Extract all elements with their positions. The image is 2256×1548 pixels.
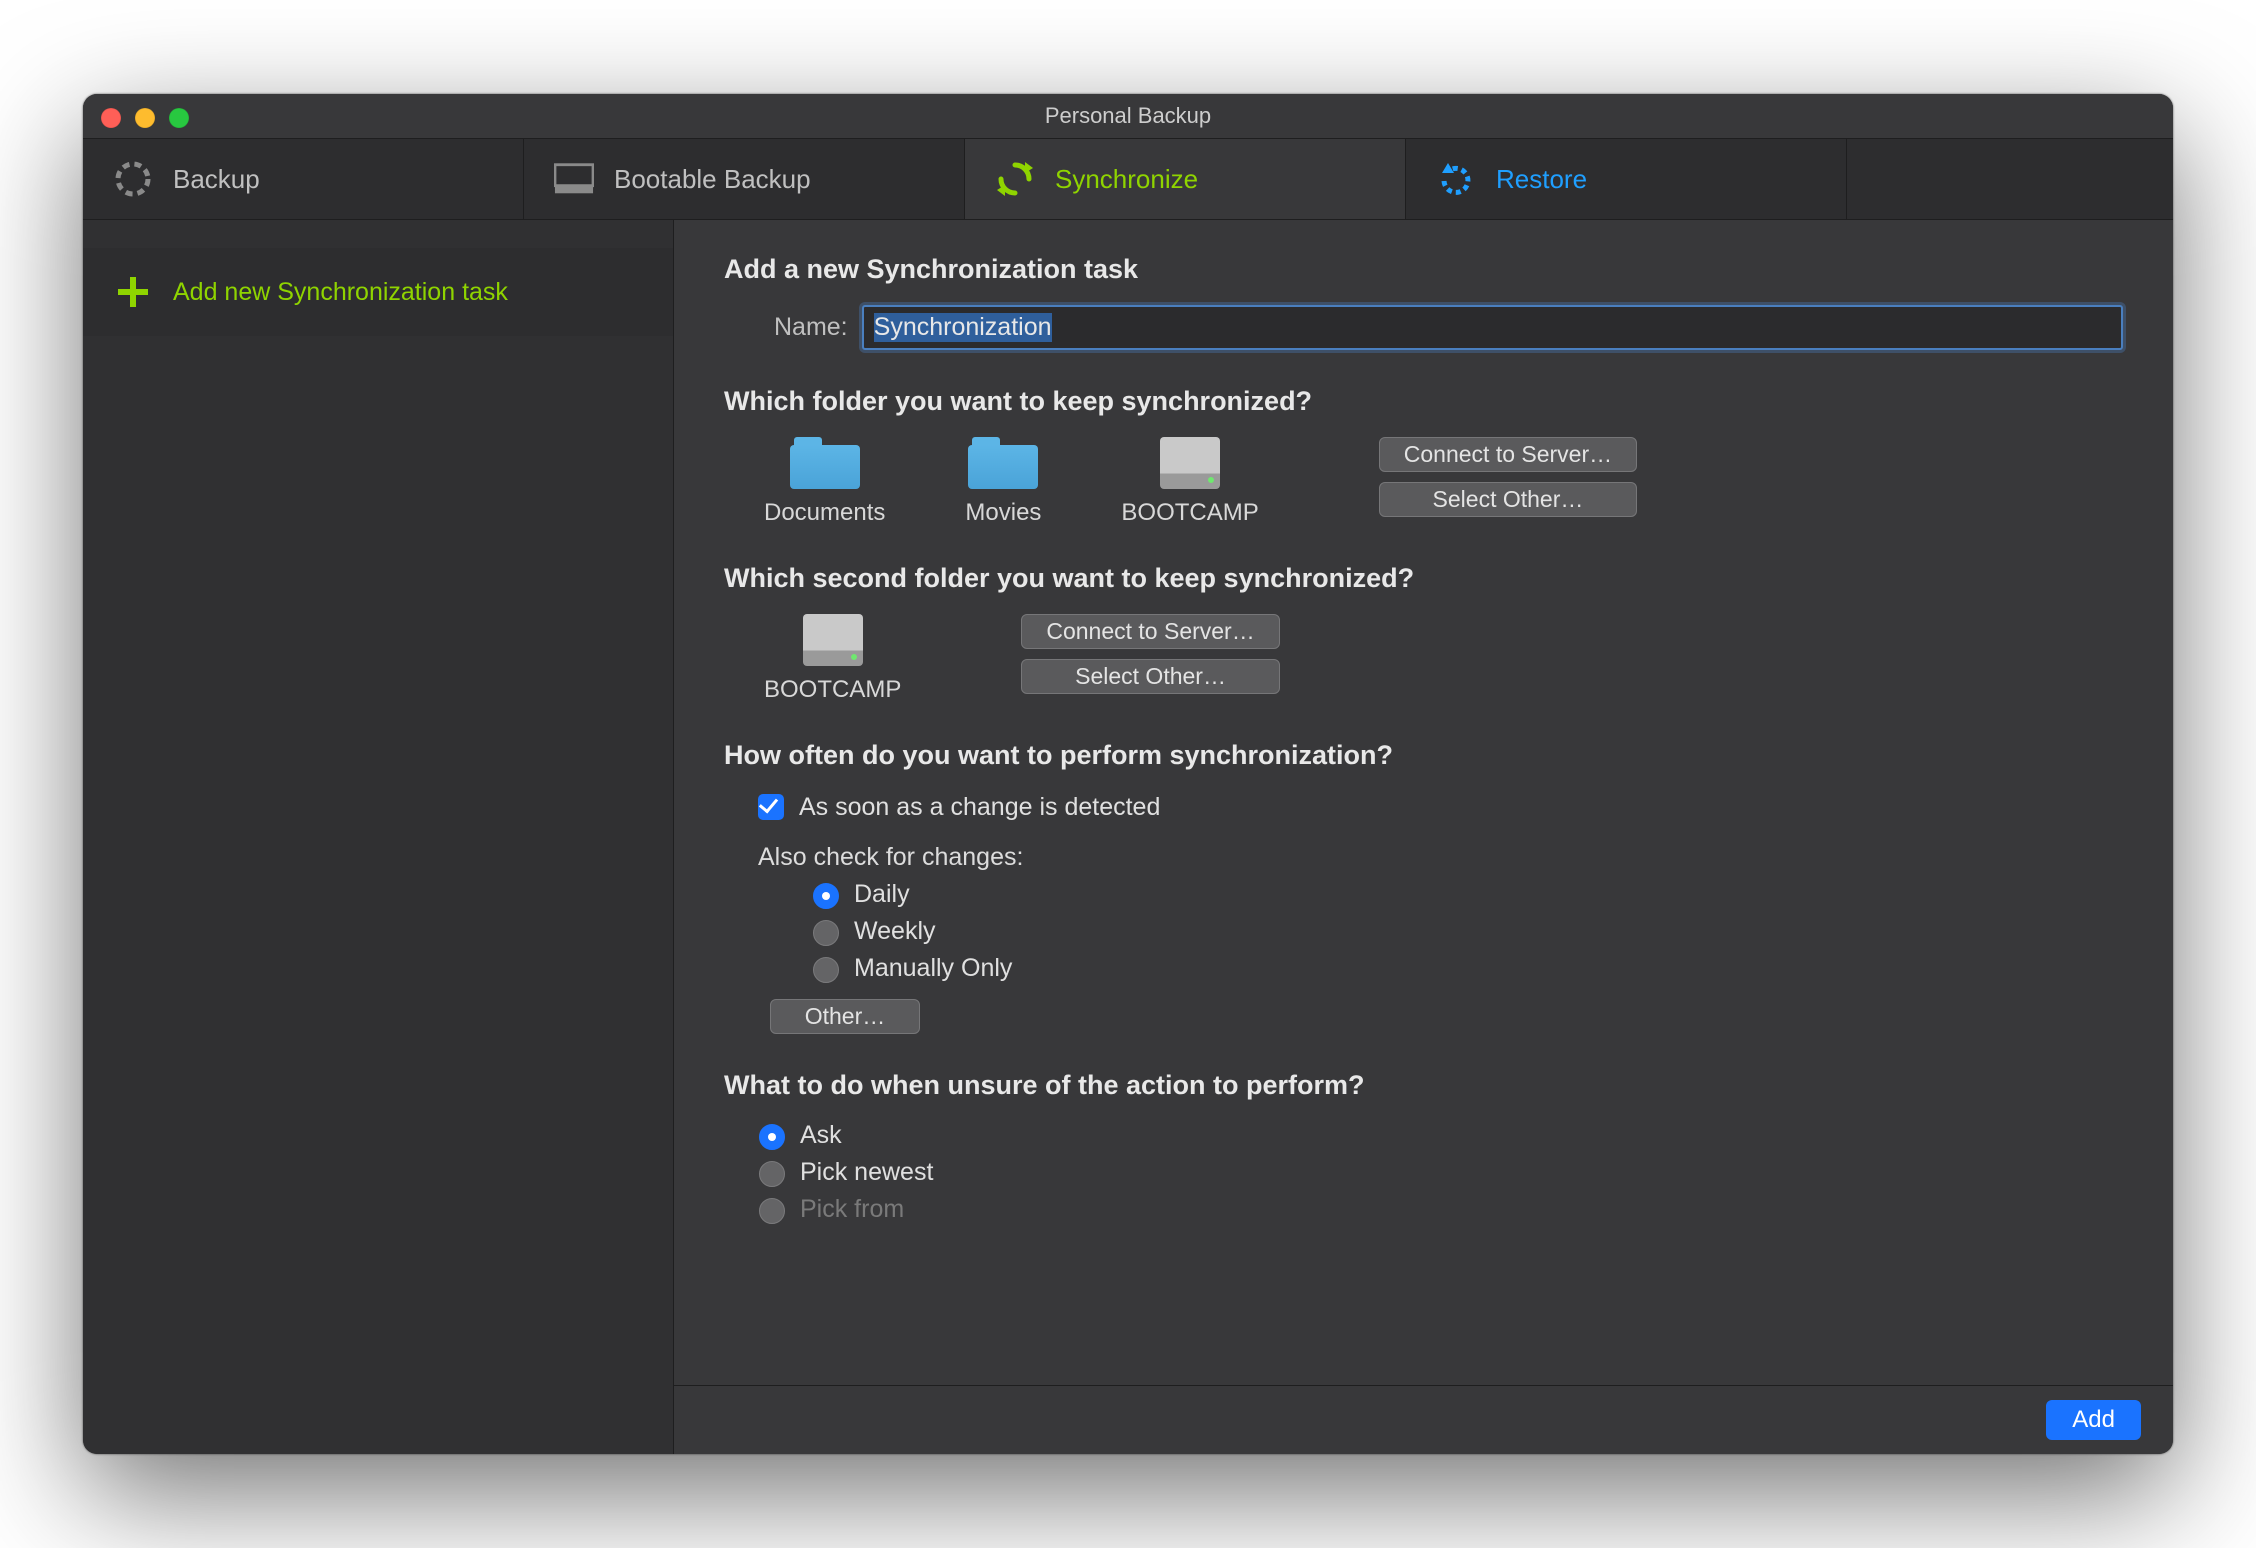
radio-ask[interactable] (759, 1124, 785, 1150)
source-bootcamp-1[interactable]: BOOTCAMP (1121, 437, 1258, 527)
radio-pick-newest-label: Pick newest (800, 1158, 933, 1187)
content: Add a new Synchronization task Name: Whi… (674, 220, 2173, 1385)
tab-bootable[interactable]: Bootable Backup (524, 139, 965, 219)
source-bootcamp-2-label: BOOTCAMP (764, 676, 901, 704)
tab-backup[interactable]: Backup (83, 139, 524, 219)
body: Add new Synchronization task Add a new S… (83, 220, 2173, 1454)
source-movies-label: Movies (965, 499, 1041, 527)
source-bootcamp-1-label: BOOTCAMP (1121, 499, 1258, 527)
radio-daily[interactable] (813, 883, 839, 909)
radio-ask-row[interactable]: Ask (754, 1121, 2123, 1150)
heading-unsure: What to do when unsure of the action to … (724, 1070, 2123, 1101)
plus-icon (113, 272, 153, 312)
radio-pick-from[interactable] (759, 1198, 785, 1224)
tab-bootable-label: Bootable Backup (614, 164, 811, 195)
source-documents[interactable]: Documents (764, 437, 885, 527)
radio-manually-row[interactable]: Manually Only (778, 954, 2123, 983)
source-documents-label: Documents (764, 499, 885, 527)
heading-add-task: Add a new Synchronization task (724, 254, 2123, 285)
name-label: Name: (774, 313, 848, 342)
radio-manually[interactable] (813, 957, 839, 983)
titlebar: Personal Backup (83, 94, 2173, 139)
heading-folder2: Which second folder you want to keep syn… (724, 563, 2123, 594)
drive-icon (1160, 437, 1220, 489)
radio-weekly-row[interactable]: Weekly (778, 917, 2123, 946)
radio-pick-from-row[interactable]: Pick from (754, 1195, 2123, 1224)
tabs: Backup Bootable Backup Synchronize Resto… (83, 139, 2173, 220)
sidebar-add-task[interactable]: Add new Synchronization task (83, 248, 673, 336)
radio-daily-label: Daily (854, 880, 910, 909)
connect-server-button-1[interactable]: Connect to Server… (1379, 437, 1637, 472)
checkbox-onchange-label: As soon as a change is detected (799, 793, 1160, 822)
heading-folder1: Which folder you want to keep synchroniz… (724, 386, 2123, 417)
drive-icon (554, 159, 594, 199)
backup-icon (113, 159, 153, 199)
radio-daily-row[interactable]: Daily (778, 880, 2123, 909)
tab-restore[interactable]: Restore (1406, 139, 1847, 219)
source-bootcamp-2[interactable]: BOOTCAMP (764, 614, 901, 704)
restore-icon (1436, 159, 1476, 199)
zoom-window-button[interactable] (169, 108, 189, 128)
tab-restore-label: Restore (1496, 164, 1587, 195)
drive-icon (803, 614, 863, 666)
other-frequency-button[interactable]: Other… (770, 999, 920, 1034)
folder-icon (790, 437, 860, 489)
sidebar: Add new Synchronization task (83, 220, 674, 1454)
checkbox-onchange-row[interactable]: As soon as a change is detected (724, 791, 2123, 823)
connect-server-button-2[interactable]: Connect to Server… (1021, 614, 1279, 649)
radio-ask-label: Ask (800, 1121, 842, 1150)
tab-synchronize-label: Synchronize (1055, 164, 1198, 195)
select-other-button-2[interactable]: Select Other… (1021, 659, 1279, 694)
traffic-lights (101, 108, 189, 128)
radio-weekly-label: Weekly (854, 917, 936, 946)
select-other-button-1[interactable]: Select Other… (1379, 482, 1637, 517)
radio-pick-newest[interactable] (759, 1161, 785, 1187)
content-wrap: Add a new Synchronization task Name: Whi… (674, 220, 2173, 1454)
heading-howoften: How often do you want to perform synchro… (724, 740, 2123, 771)
window-title: Personal Backup (1045, 103, 1211, 129)
source-movies[interactable]: Movies (965, 437, 1041, 527)
radio-weekly[interactable] (813, 920, 839, 946)
checkbox-onchange[interactable] (758, 794, 784, 820)
folder-icon (968, 437, 1038, 489)
tab-backup-label: Backup (173, 164, 260, 195)
subhead-also-check: Also check for changes: (724, 843, 2123, 872)
minimize-window-button[interactable] (135, 108, 155, 128)
radio-manually-label: Manually Only (854, 954, 1012, 983)
radio-pick-from-label: Pick from (800, 1195, 904, 1224)
sync-icon (995, 159, 1035, 199)
add-button[interactable]: Add (2046, 1400, 2141, 1440)
radio-pick-newest-row[interactable]: Pick newest (754, 1158, 2123, 1187)
tab-synchronize[interactable]: Synchronize (965, 139, 1406, 219)
task-name-input[interactable] (862, 305, 2123, 350)
sidebar-add-task-label: Add new Synchronization task (173, 278, 508, 307)
close-window-button[interactable] (101, 108, 121, 128)
footer: Add (674, 1385, 2173, 1454)
window: Personal Backup Backup Bootable Backup S… (83, 94, 2173, 1454)
